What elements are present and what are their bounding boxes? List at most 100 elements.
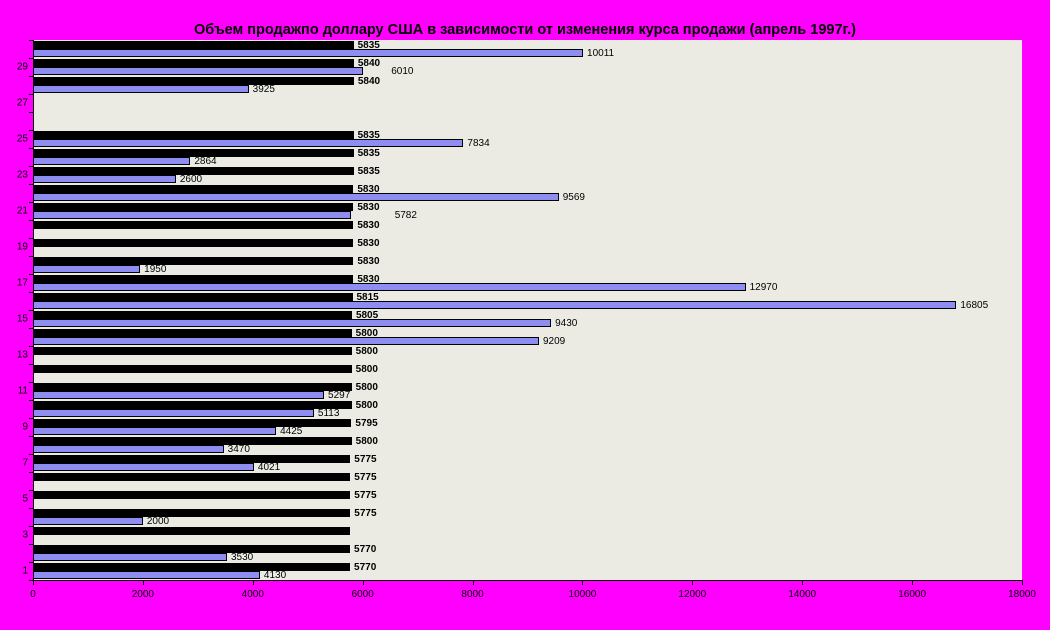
rate-bar bbox=[33, 527, 351, 535]
rate-value-label: 5775 bbox=[354, 454, 377, 465]
y-axis-tick bbox=[29, 562, 33, 563]
y-axis-line bbox=[33, 40, 34, 581]
y-axis-tick bbox=[29, 94, 33, 95]
y-axis-tick bbox=[29, 454, 33, 455]
volume-value-label: 2864 bbox=[194, 156, 217, 167]
y-axis-tick bbox=[29, 202, 33, 203]
rate-bar bbox=[33, 203, 354, 211]
volume-value-label: 10011 bbox=[587, 48, 615, 59]
x-axis-tick bbox=[142, 580, 144, 585]
rate-value-label: 5770 bbox=[354, 562, 377, 573]
chart-title: Объем продажпо доллару США в зависимости… bbox=[193, 22, 857, 38]
volume-bar bbox=[33, 409, 314, 417]
y-tick-label: 1 bbox=[22, 565, 28, 577]
volume-value-label: 2000 bbox=[146, 516, 170, 527]
x-tick-label: 14000 bbox=[788, 589, 817, 600]
rate-bar bbox=[33, 275, 354, 283]
x-axis-tick bbox=[1022, 580, 1023, 585]
x-axis-tick bbox=[362, 580, 364, 585]
volume-bar bbox=[33, 463, 254, 471]
rate-bar bbox=[33, 221, 354, 229]
y-tick-label: 7 bbox=[22, 457, 28, 469]
y-axis-tick bbox=[29, 418, 33, 419]
volume-bar bbox=[33, 427, 277, 435]
rate-bar bbox=[33, 509, 351, 517]
y-tick-label: 11 bbox=[17, 385, 28, 397]
volume-value-label: 5113 bbox=[317, 408, 340, 419]
y-axis-tick bbox=[29, 274, 33, 275]
rate-bar bbox=[33, 419, 352, 427]
volume-bar bbox=[33, 85, 249, 93]
volume-bar bbox=[33, 283, 746, 291]
y-axis-tick bbox=[29, 166, 33, 167]
volume-bar bbox=[33, 265, 141, 273]
y-axis-tick bbox=[29, 544, 33, 545]
y-tick-label: 21 bbox=[16, 205, 28, 217]
rate-bar bbox=[33, 311, 352, 319]
volume-bar bbox=[33, 157, 191, 165]
y-axis-tick bbox=[29, 364, 33, 365]
volume-bar bbox=[33, 553, 227, 561]
rate-bar bbox=[33, 59, 354, 67]
y-tick-label: 3 bbox=[22, 529, 28, 541]
y-tick-label: 15 bbox=[16, 313, 28, 325]
volume-bar bbox=[33, 139, 464, 147]
volume-bar bbox=[33, 337, 539, 345]
rate-value-label: 5800 bbox=[355, 400, 378, 411]
rate-value-label: 5835 bbox=[357, 148, 380, 159]
y-axis-tick bbox=[29, 436, 33, 437]
volume-value-label: 9209 bbox=[542, 336, 566, 347]
x-axis-tick bbox=[692, 580, 694, 585]
rate-bar bbox=[33, 365, 352, 373]
rate-bar bbox=[33, 131, 354, 139]
volume-bar bbox=[33, 211, 351, 219]
rate-bar bbox=[33, 77, 354, 85]
y-axis-tick bbox=[29, 328, 33, 329]
x-tick-label: 2000 bbox=[131, 589, 154, 600]
y-axis-tick bbox=[29, 256, 33, 257]
x-tick-label: 6000 bbox=[351, 589, 374, 600]
rate-bar bbox=[33, 455, 351, 463]
rate-bar bbox=[33, 149, 354, 157]
rate-value-label: 5835 bbox=[357, 166, 380, 177]
y-tick-label: 5 bbox=[22, 493, 28, 505]
x-tick-label: 0 bbox=[30, 589, 36, 600]
x-tick-label: 8000 bbox=[461, 589, 484, 600]
y-tick-label: 9 bbox=[22, 421, 28, 433]
volume-value-label: 5782 bbox=[394, 210, 417, 221]
x-axis-tick bbox=[912, 580, 914, 585]
x-tick-label: 10000 bbox=[568, 589, 597, 600]
volume-bar bbox=[33, 67, 364, 75]
y-tick-label: 17 bbox=[16, 277, 28, 289]
volume-value-label: 4130 bbox=[263, 570, 287, 581]
volume-value-label: 3925 bbox=[252, 84, 275, 95]
rate-bar bbox=[33, 563, 351, 571]
x-axis-tick bbox=[472, 580, 474, 585]
volume-value-label: 4021 bbox=[257, 462, 281, 473]
volume-bar bbox=[33, 301, 957, 309]
chart-canvas: Объем продажпо доллару США в зависимости… bbox=[0, 0, 1050, 630]
rate-bar bbox=[33, 239, 354, 247]
rate-bar bbox=[33, 491, 351, 499]
y-axis-tick bbox=[29, 526, 33, 527]
volume-value-label: 6010 bbox=[391, 66, 414, 77]
volume-bar bbox=[33, 391, 325, 399]
y-axis-tick bbox=[29, 40, 33, 41]
y-axis-tick bbox=[29, 130, 33, 131]
volume-bar bbox=[33, 571, 260, 579]
y-axis-tick bbox=[29, 58, 33, 59]
y-axis-tick bbox=[29, 490, 33, 491]
y-axis-tick bbox=[29, 148, 33, 149]
volume-value-label: 12970 bbox=[749, 282, 778, 293]
volume-value-label: 9430 bbox=[555, 318, 578, 329]
rate-value-label: 5775 bbox=[354, 472, 377, 483]
volume-bar bbox=[33, 49, 584, 57]
rate-bar bbox=[33, 437, 352, 445]
rate-value-label: 5770 bbox=[354, 544, 377, 555]
rate-value-label: 5830 bbox=[357, 220, 380, 231]
volume-bar bbox=[33, 319, 552, 327]
y-tick-label: 29 bbox=[16, 61, 28, 73]
volume-value-label: 4425 bbox=[280, 426, 303, 437]
rate-value-label: 5800 bbox=[355, 364, 378, 375]
y-axis-tick bbox=[29, 238, 33, 239]
